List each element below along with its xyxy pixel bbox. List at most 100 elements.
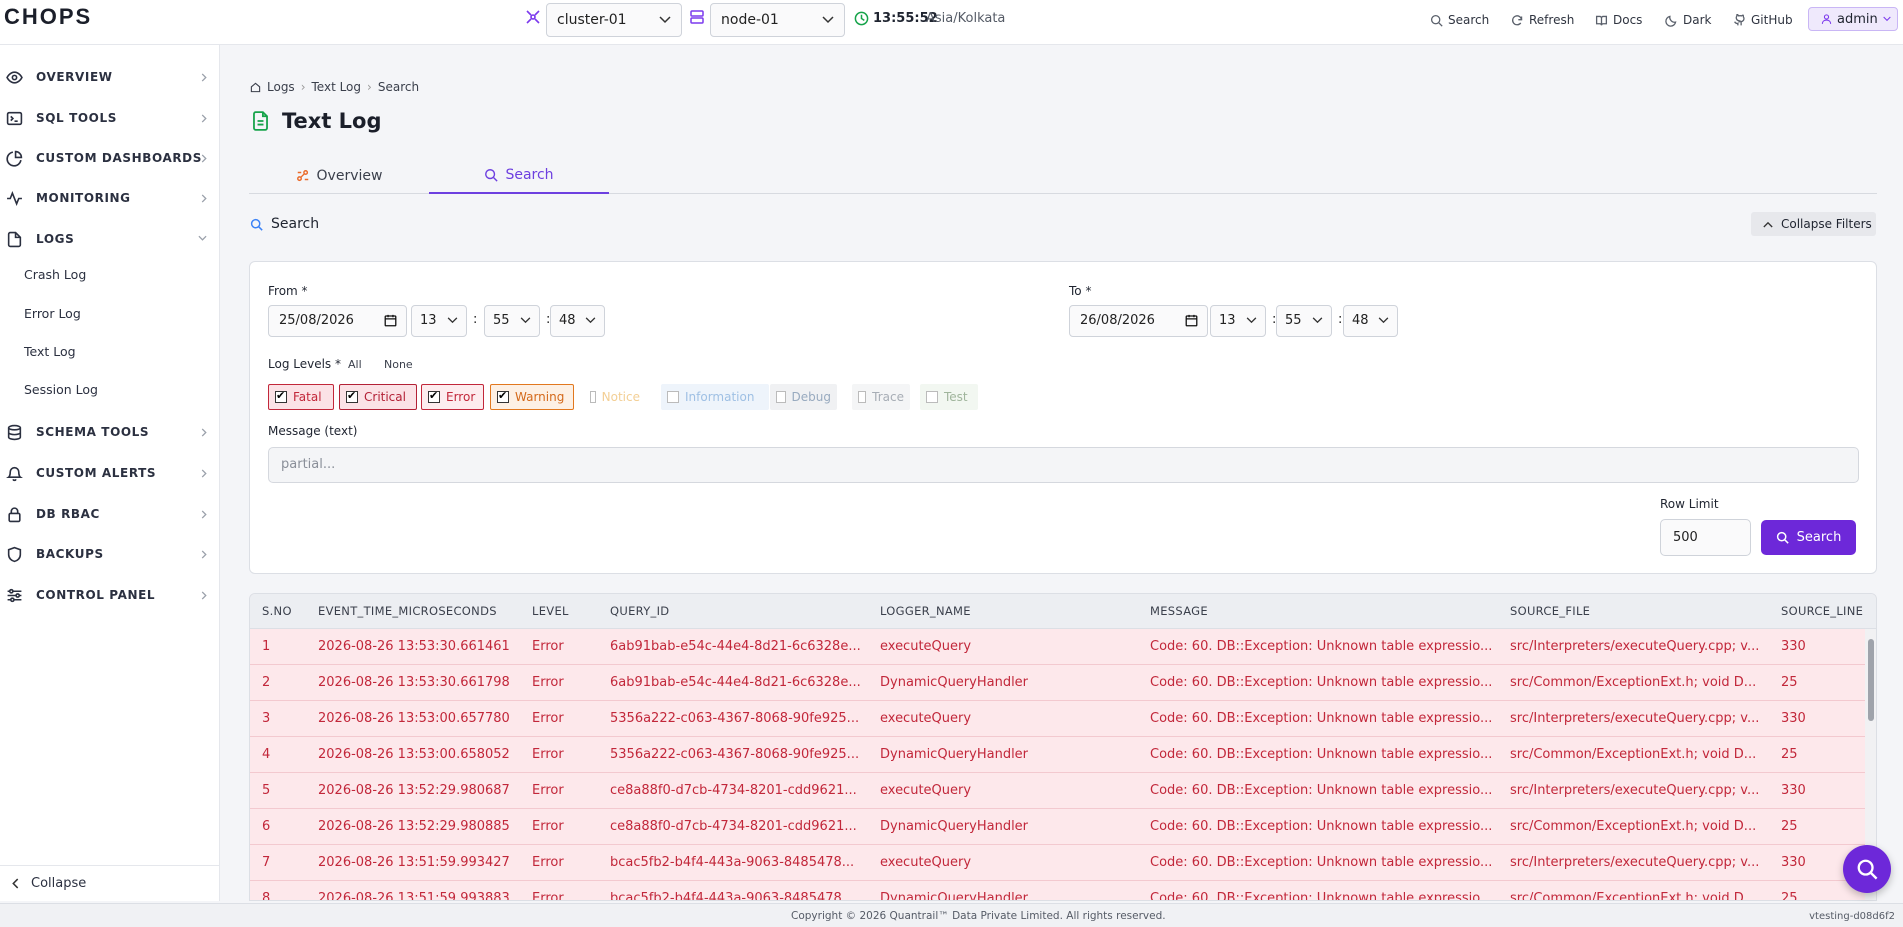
sidebar-subitem-crash-log[interactable]: Crash Log (24, 267, 86, 282)
column-header[interactable]: LOGGER_NAME (880, 594, 971, 629)
message-input[interactable]: partial... (268, 447, 1859, 483)
table-row[interactable]: 5 2026-08-26 13:52:29.980687 Error ce8a88f0… (250, 773, 1865, 809)
to-minute-select[interactable]: 55 (1276, 305, 1332, 337)
sidebar-subitem-session-log[interactable]: Session Log (24, 382, 98, 397)
level-label: Warning (515, 390, 565, 404)
sidebar-item-label: DB RBAC (36, 507, 100, 521)
table-row[interactable]: 7 2026-08-26 13:51:59.993427 Error bcac5fb2… (250, 845, 1865, 881)
dark-mode-button[interactable]: Dark (1665, 10, 1711, 30)
sidebar-item-custom-alerts[interactable]: CUSTOM ALERTS (0, 460, 219, 486)
submit-search-button[interactable]: Search (1761, 520, 1856, 555)
level-warning-checkbox[interactable]: Warning (490, 384, 574, 410)
select-all-levels-link[interactable]: All (348, 358, 362, 371)
breadcrumb-text-log[interactable]: Text Log (312, 80, 362, 94)
column-header[interactable]: MESSAGE (1150, 594, 1208, 629)
sidebar-item-db-rbac[interactable]: DB RBAC (0, 501, 219, 527)
sidebar-item-backups[interactable]: BACKUPS (0, 541, 219, 567)
table-scrollbar-thumb[interactable] (1868, 639, 1874, 721)
table-row[interactable]: 4 2026-08-26 13:53:00.658052 Error 5356a222… (250, 737, 1865, 773)
table-cell: Error (532, 891, 564, 901)
level-fatal-checkbox[interactable]: Fatal (268, 384, 334, 410)
table-cell: ce8a88f0-d7cb-4734-8201-cdd9621... (610, 819, 857, 834)
sidebar-item-monitoring[interactable]: MONITORING (0, 185, 219, 211)
sidebar-item-schema-tools[interactable]: SCHEMA TOOLS (0, 419, 219, 445)
results-table: S.NO EVENT_TIME_MICROSECONDS LEVEL QUERY… (249, 593, 1877, 901)
level-notice-checkbox[interactable]: Notice (584, 384, 646, 410)
sidebar-subitem-error-log[interactable]: Error Log (24, 306, 81, 321)
level-test-checkbox[interactable]: Test (920, 384, 978, 410)
sidebar-item-label: CUSTOM ALERTS (36, 466, 157, 480)
column-header[interactable]: QUERY_ID (610, 594, 669, 629)
sidebar-item-label: SCHEMA TOOLS (36, 425, 150, 439)
user-menu-button[interactable]: admin (1808, 7, 1898, 31)
to-date-input[interactable]: 26/08/2026 (1069, 305, 1208, 337)
level-label: Trace (872, 390, 904, 404)
docs-button[interactable]: Docs (1595, 10, 1642, 30)
breadcrumb-search: Search (377, 80, 420, 94)
file-icon (6, 231, 26, 248)
level-trace-checkbox[interactable]: Trace (852, 384, 910, 410)
sidebar-item-logs[interactable]: LOGS (0, 226, 219, 252)
column-header[interactable]: S.NO (262, 594, 292, 629)
select-no-levels-link[interactable]: None (384, 358, 413, 371)
sidebar-item-custom-dashboards[interactable]: CUSTOM DASHBOARDS (0, 145, 219, 171)
table-row[interactable]: 1 2026-08-26 13:53:30.661461 Error 6ab91bab… (250, 629, 1865, 665)
column-header[interactable]: SOURCE_LINE (1781, 594, 1863, 629)
level-critical-checkbox[interactable]: Critical (339, 384, 417, 410)
from-hour-select[interactable]: 13 (411, 305, 467, 337)
tab-overview[interactable]: Overview (249, 158, 429, 194)
calendar-icon[interactable] (384, 314, 397, 327)
from-second-select[interactable]: 48 (550, 305, 605, 337)
table-cell: 5356a222-c063-4367-8068-90fe925... (610, 747, 860, 762)
sidebar-item-sql-tools[interactable]: SQL TOOLS (0, 105, 219, 131)
table-cell: 2026-08-26 13:53:00.658052 (318, 747, 510, 762)
table-cell: Code: 60. DB::Exception: Unknown table e… (1150, 783, 1493, 798)
from-date-input[interactable]: 25/08/2026 (268, 305, 407, 337)
app-logo[interactable]: CHOPS (4, 4, 92, 30)
table-cell: src/Interpreters/executeQuery.cpp; v... (1510, 711, 1760, 726)
table-row[interactable]: 6 2026-08-26 13:52:29.980885 Error ce8a88f0… (250, 809, 1865, 845)
github-button[interactable]: GitHub (1733, 10, 1793, 30)
sidebar-item-overview[interactable]: OVERVIEW (0, 64, 219, 90)
level-error-checkbox[interactable]: Error (421, 384, 484, 410)
github-button-label: GitHub (1751, 13, 1793, 27)
breadcrumb-logs[interactable]: Logs (267, 80, 295, 94)
floating-search-button[interactable] (1843, 845, 1891, 893)
refresh-button[interactable]: Refresh (1511, 10, 1574, 30)
search-icon (1776, 531, 1789, 544)
cluster-select[interactable]: cluster-01 (546, 3, 682, 37)
table-row[interactable]: 2 2026-08-26 13:53:30.661798 Error 6ab91bab… (250, 665, 1865, 701)
table-cell: bcac5fb2-b4f4-443a-9063-8485478... (610, 855, 855, 870)
column-header[interactable]: LEVEL (532, 594, 569, 629)
table-row[interactable]: 3 2026-08-26 13:53:00.657780 Error 5356a222… (250, 701, 1865, 737)
sidebar-item-label: MONITORING (36, 191, 131, 205)
footer: Copyright © 2026 Quantrail™ Data Private… (0, 903, 1903, 927)
tab-search[interactable]: Search (429, 158, 609, 194)
sidebar-subitem-text-log[interactable]: Text Log (24, 344, 76, 359)
column-header[interactable]: SOURCE_FILE (1510, 594, 1590, 629)
level-debug-checkbox[interactable]: Debug (770, 384, 837, 410)
cluster-icon (525, 9, 541, 25)
sidebar-item-label: BACKUPS (36, 547, 104, 561)
message-label: Message (text) (268, 424, 358, 438)
to-hour-select[interactable]: 13 (1210, 305, 1266, 337)
to-label: To * (1069, 284, 1092, 298)
collapse-filters-button[interactable]: Collapse Filters (1751, 212, 1876, 236)
level-information-checkbox[interactable]: Information (661, 384, 769, 410)
calendar-icon[interactable] (1185, 314, 1198, 327)
table-cell: 6 (262, 819, 271, 834)
table-row[interactable]: 8 2026-08-26 13:51:59.993883 Error bcac5fb2… (250, 881, 1865, 901)
table-cell: 2026-08-26 13:52:29.980687 (318, 783, 510, 798)
from-minute-select[interactable]: 55 (484, 305, 540, 337)
row-limit-input[interactable]: 500 (1660, 519, 1751, 556)
column-header[interactable]: EVENT_TIME_MICROSECONDS (318, 594, 497, 629)
table-cell: src/Interpreters/executeQuery.cpp; v... (1510, 639, 1760, 654)
to-second-select[interactable]: 48 (1343, 305, 1398, 337)
sidebar-collapse-button[interactable]: Collapse (0, 865, 219, 901)
sidebar-item-control-panel[interactable]: CONTROL PANEL (0, 582, 219, 608)
table-cell: Error (532, 783, 564, 798)
node-select[interactable]: node-01 (710, 3, 845, 37)
chevron-down-icon (520, 317, 531, 324)
search-button[interactable]: Search (1430, 10, 1489, 30)
checkbox-checked (428, 389, 440, 403)
